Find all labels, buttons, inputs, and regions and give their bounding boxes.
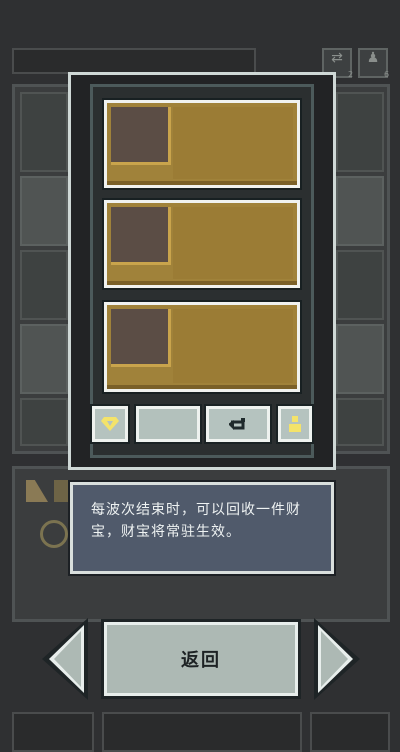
swap-button[interactable] [204, 404, 272, 444]
prev-button[interactable] [38, 616, 92, 702]
bg-cell [20, 324, 68, 394]
bg-badge-right: 6 [384, 70, 390, 79]
bg-cell [336, 176, 384, 246]
bg-bottom-center [102, 712, 302, 752]
bg-cell [336, 250, 384, 320]
bg-bottom-right [310, 712, 390, 752]
treasure-slot-3[interactable] [102, 300, 302, 394]
bg-badge-left: 2 [348, 70, 354, 79]
bg-cell [20, 176, 68, 246]
bg-cell [20, 398, 68, 446]
treasure-info-area [173, 309, 293, 383]
tooltip-line-2: 宝，财宝将常驻生效。 [91, 524, 241, 540]
treasure-info-area [173, 107, 293, 179]
treasure-info-area [173, 207, 293, 279]
back-button-label: 返回 [181, 650, 221, 671]
person-button[interactable] [276, 404, 314, 444]
bg-title-bar [12, 48, 256, 74]
back-button[interactable]: 返回 [101, 619, 301, 699]
left-arrow-icon [42, 618, 88, 700]
tooltip-line-1: 每波次结束时，可以回收一件财 [91, 502, 301, 518]
gem-button[interactable] [90, 404, 130, 444]
treasure-thumbnail [111, 207, 171, 265]
bg-bottom-left [12, 712, 94, 752]
swap-arrow-icon [229, 418, 245, 430]
treasure-tooltip: 每波次结束时，可以回收一件财 宝，财宝将常驻生效。 [68, 480, 336, 576]
bg-lower-icon [54, 480, 68, 502]
next-button[interactable] [310, 616, 364, 702]
treasure-slot-2[interactable] [102, 198, 302, 290]
empty-action-button[interactable] [134, 404, 202, 444]
bg-target-icon [40, 520, 68, 548]
bg-cell [336, 324, 384, 394]
treasure-slot-1[interactable] [102, 98, 302, 190]
person-icon [289, 416, 301, 432]
diamond-gem-icon [101, 417, 119, 431]
bg-cell [20, 92, 68, 172]
right-arrow-icon [314, 618, 360, 700]
treasure-thumbnail [111, 309, 171, 367]
bg-cell [20, 250, 68, 320]
treasure-thumbnail [111, 107, 171, 165]
bg-cell [336, 92, 384, 172]
bg-cell [336, 398, 384, 446]
